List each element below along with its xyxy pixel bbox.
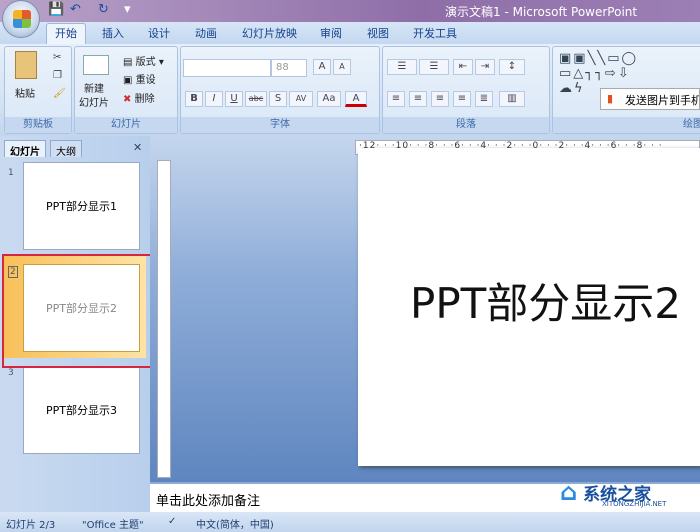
save-icon[interactable]: 💾 — [48, 2, 64, 17]
highlight-box — [2, 254, 156, 368]
tab-insert[interactable]: 插入 — [102, 25, 124, 41]
shrink-font-button[interactable]: A — [333, 59, 351, 75]
delete-button[interactable]: ✖ 删除 — [123, 90, 155, 105]
bullets-button[interactable]: ☰ — [387, 59, 417, 75]
paragraph-group: ☰ ☰ ⇤ ⇥ ↕ ≡ ≡ ≡ ≡ ≣ ▥ 段落 — [382, 46, 550, 134]
columns-button[interactable]: ▥ — [499, 91, 525, 107]
drawing-label: 绘图 — [553, 117, 700, 133]
reset-label: 重设 — [135, 75, 156, 86]
font-group: 88 A A B I U abc S AV Aa A 字体 — [180, 46, 380, 134]
watermark-url: XITONGZHIJIA.NET — [602, 500, 667, 508]
cut-icon[interactable]: ✂ — [53, 52, 61, 63]
font-size-select[interactable]: 88 — [271, 59, 307, 77]
reset-button[interactable]: ▣ 重设 — [123, 71, 156, 86]
clipboard-label: 剪贴板 — [5, 117, 71, 133]
tab-review[interactable]: 审阅 — [320, 25, 342, 41]
spell-check-icon[interactable]: ✓ — [168, 516, 176, 527]
clipboard-group: 粘贴 ✂ ❐ 🖌 剪贴板 — [4, 46, 72, 134]
grow-font-button[interactable]: A — [313, 59, 331, 75]
italic-button[interactable]: I — [205, 91, 223, 107]
slides-label: 幻灯片 — [75, 117, 177, 133]
send-to-phone-tooltip[interactable]: ▮ 发送图片到手机 — [600, 88, 700, 110]
font-color-button[interactable]: A — [345, 91, 367, 107]
tab-outline[interactable]: 大纲 — [50, 140, 82, 158]
phone-icon: ▮ — [607, 92, 614, 105]
customize-icon[interactable]: ▾ — [124, 2, 131, 17]
slide-title[interactable]: PPT部分显示2 — [410, 270, 681, 331]
vertical-ruler[interactable] — [157, 160, 171, 478]
slide-thumbnail-3[interactable]: PPT部分显示3 — [23, 366, 140, 454]
tab-animation[interactable]: 动画 — [195, 25, 217, 41]
paste-button[interactable]: 粘贴 — [15, 85, 35, 100]
format-painter-icon[interactable]: 🖌 — [53, 88, 66, 99]
underline-button[interactable]: U — [225, 91, 243, 107]
strikethrough-button[interactable]: abc — [245, 91, 267, 107]
ribbon: 粘贴 ✂ ❐ 🖌 剪贴板 新建 幻灯片 ▤ 版式 ▾ ▣ 重设 ✖ 删除 幻灯片… — [0, 44, 700, 136]
justify-button[interactable]: ≡ — [453, 91, 471, 107]
distribute-button[interactable]: ≣ — [475, 91, 493, 107]
tooltip-text: 发送图片到手机 — [625, 94, 700, 107]
font-label: 字体 — [181, 117, 379, 133]
decrease-indent-button[interactable]: ⇤ — [453, 59, 473, 75]
shadow-button[interactable]: S — [269, 91, 287, 107]
numbering-button[interactable]: ☰ — [419, 59, 449, 75]
tab-view[interactable]: 视图 — [367, 25, 389, 41]
layout-label: 版式 — [135, 57, 156, 68]
slide-thumbnail-1[interactable]: PPT部分显示1 — [23, 162, 140, 250]
redo-icon[interactable]: ↻ — [98, 2, 109, 17]
slide-number: 1 — [8, 168, 14, 178]
ribbon-tabs: 开始 插入 设计 动画 幻灯片放映 审阅 视图 开发工具 — [0, 22, 700, 44]
change-case-button[interactable]: Aa — [317, 91, 341, 107]
layout-button[interactable]: ▤ 版式 ▾ — [123, 53, 164, 68]
tab-developer[interactable]: 开发工具 — [413, 25, 457, 41]
close-icon[interactable]: ✕ — [133, 141, 142, 154]
paste-icon[interactable] — [15, 51, 37, 79]
slide-count: 幻灯片 2/3 — [6, 520, 56, 531]
slides-group: 新建 幻灯片 ▤ 版式 ▾ ▣ 重设 ✖ 删除 幻灯片 — [74, 46, 178, 134]
office-button[interactable] — [2, 0, 40, 38]
tab-slideshow[interactable]: 幻灯片放映 — [242, 25, 297, 41]
theme-name: "Office 主题" — [82, 520, 144, 531]
undo-icon[interactable]: ↶ — [70, 2, 81, 17]
new-slide-button[interactable]: 新建 幻灯片 — [79, 83, 109, 111]
tab-design[interactable]: 设计 — [148, 25, 170, 41]
align-right-button[interactable]: ≡ — [431, 91, 449, 107]
char-spacing-button[interactable]: AV — [289, 91, 313, 107]
copy-icon[interactable]: ❐ — [53, 70, 62, 81]
paragraph-label: 段落 — [383, 117, 549, 133]
tab-slides[interactable]: 幻灯片 — [4, 140, 46, 158]
increase-indent-button[interactable]: ⇥ — [475, 59, 495, 75]
line-spacing-button[interactable]: ↕ — [499, 59, 525, 75]
office-logo-icon — [13, 10, 31, 28]
status-bar: 幻灯片 2/3 "Office 主题" ✓ 中文(简体，中国) — [0, 512, 700, 532]
tab-home[interactable]: 开始 — [46, 23, 86, 44]
house-icon: ⌂ — [560, 478, 578, 506]
window-title: 演示文稿1 - Microsoft PowerPoint — [445, 5, 638, 19]
font-name-select[interactable] — [183, 59, 271, 77]
language: 中文(简体，中国) — [196, 520, 274, 531]
align-center-button[interactable]: ≡ — [409, 91, 427, 107]
bold-button[interactable]: B — [185, 91, 203, 107]
new-slide-icon[interactable] — [83, 55, 109, 75]
align-left-button[interactable]: ≡ — [387, 91, 405, 107]
delete-label: 删除 — [134, 94, 155, 105]
slide-number: 3 — [8, 368, 14, 378]
